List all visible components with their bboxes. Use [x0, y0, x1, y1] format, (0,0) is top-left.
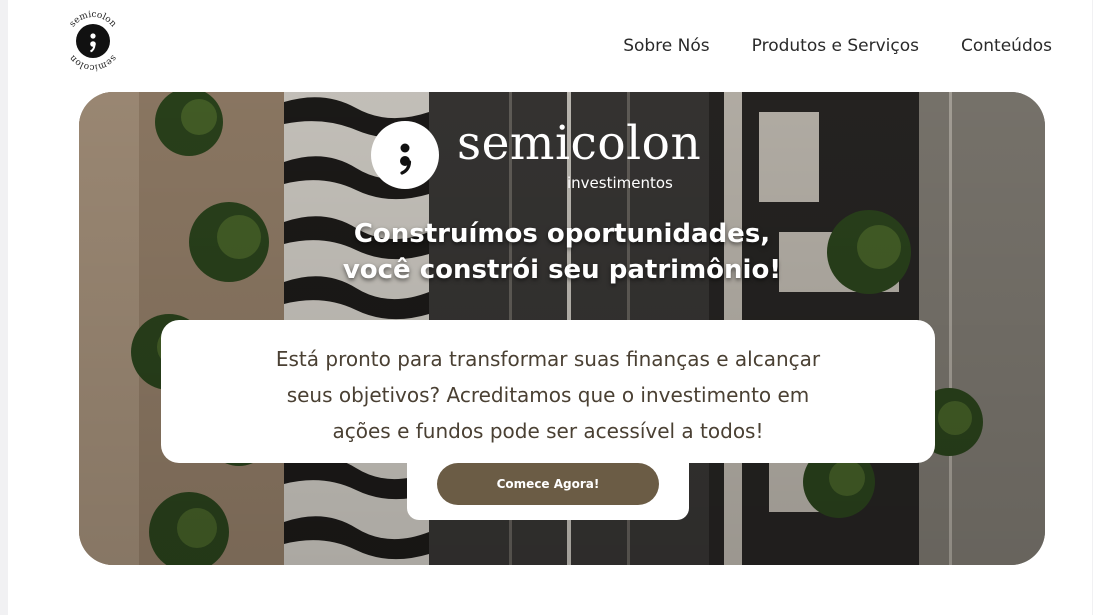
logo-badge-icon: semicolon semicolon: [68, 10, 118, 72]
brand-wordmark: semicolon investimentos: [371, 116, 731, 216]
intro-card: Está pronto para transformar suas finanç…: [161, 320, 935, 463]
nav-conteudos[interactable]: Conteúdos: [961, 36, 1052, 56]
intro-line-2: seus objetivos? Acreditamos que o invest…: [286, 383, 810, 407]
headline-line-1: Construímos oportunidades,: [353, 219, 771, 249]
logo[interactable]: semicolon semicolon: [60, 8, 126, 74]
brand-subtitle: investimentos: [567, 174, 673, 192]
page: semicolon semicolon Sobre Nós Produtos e…: [8, 0, 1092, 615]
nav-sobre-nos[interactable]: Sobre Nós: [623, 36, 709, 56]
cta-container: Comece Agora!: [407, 460, 689, 520]
comece-agora-button[interactable]: Comece Agora!: [437, 463, 659, 505]
intro-line-3: ações e fundos pode ser acessível a todo…: [332, 419, 764, 443]
hero-banner: semicolon investimentos Construímos opor…: [79, 92, 1045, 565]
brand-name: semicolon: [457, 116, 702, 171]
nav-produtos-servicos[interactable]: Produtos e Serviços: [752, 36, 919, 56]
headline-line-2: você constrói seu patrimônio!: [342, 255, 782, 285]
semicolon-icon: [371, 121, 439, 189]
hero-headline: Construímos oportunidades, você constrói…: [79, 216, 1045, 288]
intro-line-1: Está pronto para transformar suas finanç…: [275, 347, 821, 371]
intro-text: Está pronto para transformar suas finanç…: [161, 341, 935, 449]
main-nav: Sobre Nós Produtos e Serviços Conteúdos: [623, 36, 1052, 56]
